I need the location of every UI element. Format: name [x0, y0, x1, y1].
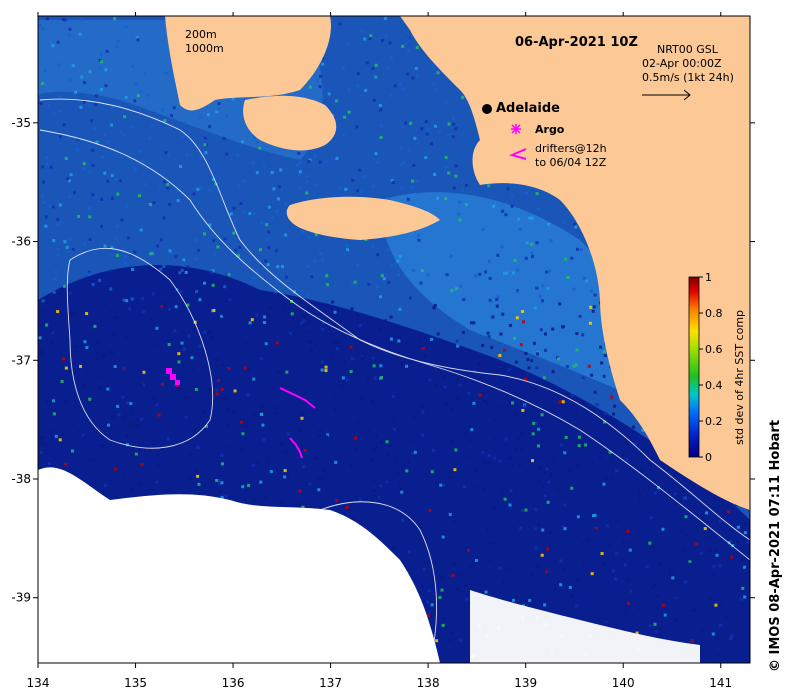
colorbar-tick-label: 0: [705, 451, 712, 464]
map-title: 06-Apr-2021 10Z: [515, 35, 638, 50]
depth-contour-label-200m: 200m: [185, 28, 217, 41]
lon-tick-label: 138: [417, 676, 440, 690]
lon-tick-label: 135: [124, 676, 147, 690]
lon-tick-label: 139: [514, 676, 537, 690]
colorbar-label: std dev of 4hr SST comp: [733, 309, 746, 445]
argo-legend-icon: [511, 124, 521, 134]
current-scale-label: 0.5m/s (1kt 24h): [642, 71, 734, 84]
drifters-legend-label-2: to 06/04 12Z: [535, 156, 607, 169]
lat-tick-label: -37: [11, 353, 31, 367]
lon-tick-label: 141: [709, 676, 732, 690]
colorbar-tick-label: 0.4: [705, 379, 723, 392]
lon-tick-label: 134: [27, 676, 50, 690]
colorbar-tick-label: 0.8: [705, 307, 723, 320]
drifters-legend-label-1: drifters@12h: [535, 142, 607, 155]
depth-contour-label-1000m: 1000m: [185, 42, 224, 55]
colorbar-tick-label: 0.2: [705, 415, 723, 428]
place-label-adelaide: Adelaide: [496, 101, 560, 116]
lon-tick-label: 137: [319, 676, 342, 690]
lon-tick-label: 140: [612, 676, 635, 690]
lat-tick-label: -39: [11, 591, 31, 605]
plot-area: [38, 16, 750, 663]
colorbar-tick-label: 1: [705, 271, 712, 284]
argo-legend-label: Argo: [535, 123, 565, 136]
sst-variability-map: 134 135 136 137 138 139 140 141-35-36-37-38-39 …: [11, 12, 755, 690]
colorbar: [688, 276, 700, 458]
lat-tick-label: -35: [11, 116, 31, 130]
lon-tick-label: 136: [222, 676, 245, 690]
lat-tick-label: -38: [11, 472, 31, 486]
current-time-label: 02-Apr 00:00Z: [642, 57, 722, 70]
credit-label: © IMOS 08-Apr-2021 07:11 Hobart: [768, 419, 783, 672]
lat-tick-label: -36: [11, 235, 31, 249]
colorbar-tick-label: 0.6: [705, 343, 723, 356]
current-source-label: NRT00 GSL: [657, 43, 718, 56]
adelaide-marker: [482, 104, 492, 114]
